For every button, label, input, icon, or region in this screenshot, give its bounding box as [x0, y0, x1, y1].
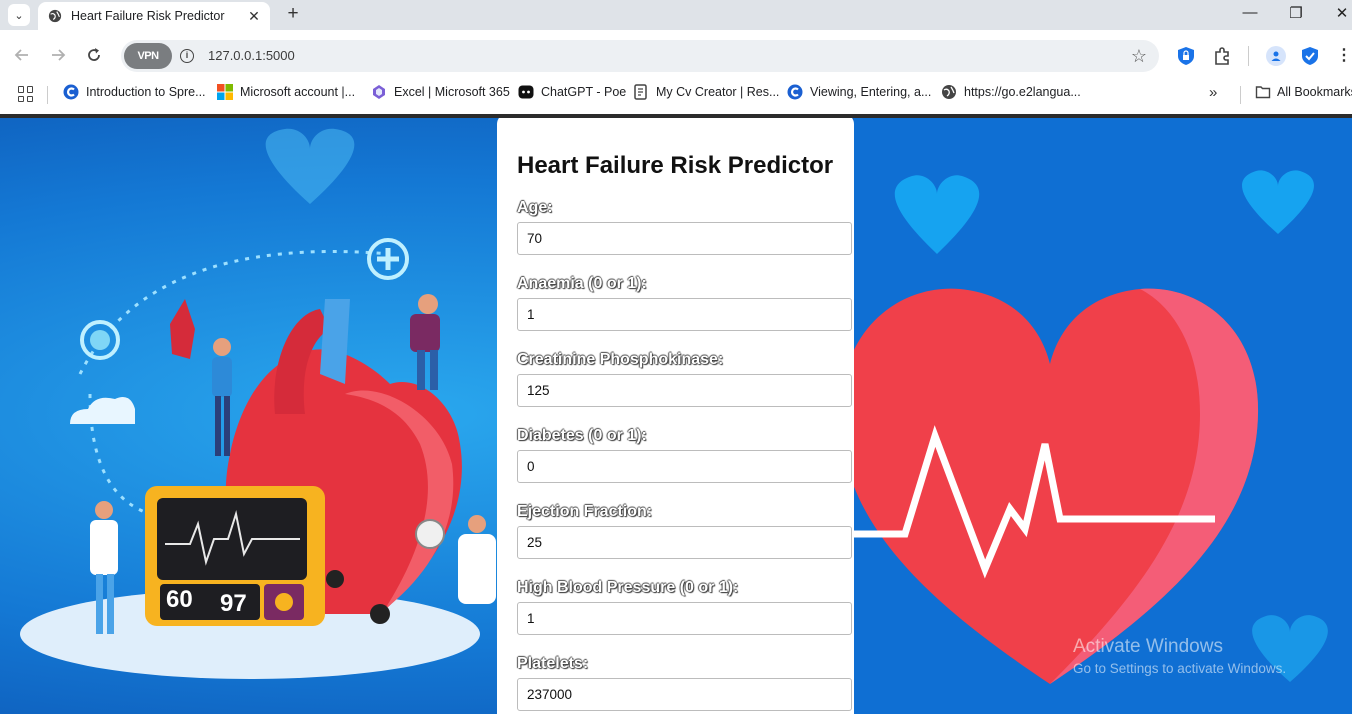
form-title: Heart Failure Risk Predictor: [517, 152, 834, 179]
ejection-fraction-input[interactable]: [517, 526, 852, 559]
minimize-icon[interactable]: —: [1238, 4, 1262, 21]
anaemia-input[interactable]: [517, 298, 852, 331]
bookmark-star-icon[interactable]: ☆: [1131, 46, 1147, 67]
bookmark-item[interactable]: ChatGPT - Poe: [518, 84, 626, 100]
globe-icon: [942, 85, 956, 99]
bookmark-label: My Cv Creator | Res...: [656, 85, 780, 99]
close-tab-icon[interactable]: ✕: [246, 8, 262, 25]
watermark-subtitle: Go to Settings to activate Windows.: [1073, 661, 1287, 676]
more-bookmarks-icon[interactable]: »: [1209, 84, 1217, 101]
bookmark-label: Viewing, Entering, a...: [810, 85, 932, 99]
predictor-form-card: Heart Failure Risk Predictor Age: Anaemi…: [497, 114, 854, 714]
bookmark-label: Introduction to Spre...: [86, 85, 206, 99]
creatinine-phosphokinase-input[interactable]: [517, 374, 852, 407]
watermark-title: Activate Windows: [1073, 636, 1223, 657]
field-label: High Blood Pressure (0 or 1):: [517, 579, 739, 596]
field-label: Platelets:: [517, 655, 589, 672]
shield-check-icon[interactable]: [1300, 46, 1320, 66]
url-text[interactable]: 127.0.0.1:5000: [208, 48, 295, 63]
field-age: Age:: [517, 200, 854, 276]
bookmarks-divider: [47, 86, 48, 104]
apps-grid-icon[interactable]: [18, 86, 34, 102]
reload-icon: [88, 48, 100, 61]
high-blood-pressure-input[interactable]: [517, 602, 852, 635]
bookmark-item[interactable]: My Cv Creator | Res...: [633, 84, 779, 100]
monitor-reading-left: 60: [166, 586, 193, 613]
globe-icon: [48, 9, 62, 23]
platelets-input[interactable]: [517, 678, 852, 711]
forward-button[interactable]: [47, 44, 69, 66]
bookmark-label: https://go.e2langua...: [964, 85, 1081, 99]
restore-icon[interactable]: ❐: [1284, 4, 1308, 22]
bookmark-label: Microsoft account |...: [240, 85, 356, 99]
bookmark-label: Excel | Microsoft 365: [394, 85, 510, 99]
active-tab[interactable]: Heart Failure Risk Predictor ✕: [38, 2, 270, 30]
field-label: Diabetes (0 or 1):: [517, 427, 647, 444]
site-info-icon[interactable]: i: [180, 49, 194, 63]
profile-avatar-icon[interactable]: [1266, 46, 1286, 66]
chevron-down-icon: ⌄: [14, 9, 24, 22]
bookmark-item[interactable]: https://go.e2langua...: [941, 84, 1081, 100]
window-close-icon[interactable]: ✕: [1330, 4, 1352, 22]
document-icon: [634, 84, 647, 100]
all-bookmarks-button[interactable]: All Bookmarks: [1255, 84, 1352, 100]
poe-logo-icon: [518, 85, 534, 99]
extensions-puzzle-icon[interactable]: [1212, 46, 1232, 66]
vpn-label: VPN: [137, 50, 159, 62]
field-ejection-fraction: Ejection Fraction:: [517, 504, 854, 580]
bookmarks-divider: [1240, 86, 1241, 104]
browser-toolbar: VPN i 127.0.0.1:5000 ☆ ⋮: [0, 30, 1352, 80]
field-label: Age:: [517, 199, 553, 216]
field-diabetes: Diabetes (0 or 1):: [517, 428, 854, 504]
bookmark-item[interactable]: Introduction to Spre...: [63, 84, 206, 100]
windows-activation-watermark: Activate Windows Go to Settings to activ…: [1073, 636, 1286, 676]
address-bar[interactable]: VPN i 127.0.0.1:5000 ☆: [121, 40, 1159, 72]
field-label: Anaemia (0 or 1):: [517, 275, 647, 292]
monitor-reading-right: 97: [220, 590, 247, 617]
vpn-badge[interactable]: VPN: [124, 43, 172, 69]
browser-menu-icon[interactable]: ⋮: [1336, 45, 1352, 65]
bookmark-item[interactable]: Viewing, Entering, a...: [787, 84, 931, 100]
age-input[interactable]: [517, 222, 852, 255]
tab-title: Heart Failure Risk Predictor: [71, 9, 225, 23]
all-bookmarks-label: All Bookmarks: [1277, 85, 1352, 99]
bookmark-item[interactable]: Microsoft account |...: [217, 84, 355, 100]
field-anaemia: Anaemia (0 or 1):: [517, 276, 854, 352]
reload-button[interactable]: [83, 44, 105, 66]
diabetes-input[interactable]: [517, 450, 852, 483]
shield-lock-icon[interactable]: [1176, 46, 1196, 66]
bookmarks-bar: Introduction to Spre... Microsoft accoun…: [0, 80, 1352, 114]
microsoft-logo-icon: [217, 84, 233, 100]
new-tab-button[interactable]: +: [282, 3, 304, 25]
page-top-border: [0, 114, 1352, 118]
field-high-blood-pressure: High Blood Pressure (0 or 1):: [517, 580, 854, 656]
tab-strip: ⌄ Heart Failure Risk Predictor ✕ + — ❐ ✕: [0, 0, 1352, 30]
field-label: Creatinine Phosphokinase:: [517, 351, 724, 368]
bookmark-item[interactable]: Excel | Microsoft 365: [371, 84, 510, 100]
toolbar-divider: [1248, 46, 1249, 66]
field-creatinine-phosphokinase: Creatinine Phosphokinase:: [517, 352, 854, 428]
tab-search-button[interactable]: ⌄: [8, 4, 30, 26]
page-viewport: 60 97 Activate Windows Go to Settings to…: [0, 114, 1352, 714]
m365-logo-icon: [373, 85, 385, 99]
bookmark-label: ChatGPT - Poe: [541, 85, 627, 99]
field-platelets: Platelets:: [517, 656, 854, 714]
arrow-right-icon: [52, 49, 66, 61]
folder-icon: [1255, 86, 1271, 99]
arrow-left-icon: [14, 49, 28, 61]
back-button[interactable]: [11, 44, 33, 66]
c-logo-icon: [63, 84, 79, 100]
c-logo-icon: [787, 84, 803, 100]
field-label: Ejection Fraction:: [517, 503, 653, 520]
